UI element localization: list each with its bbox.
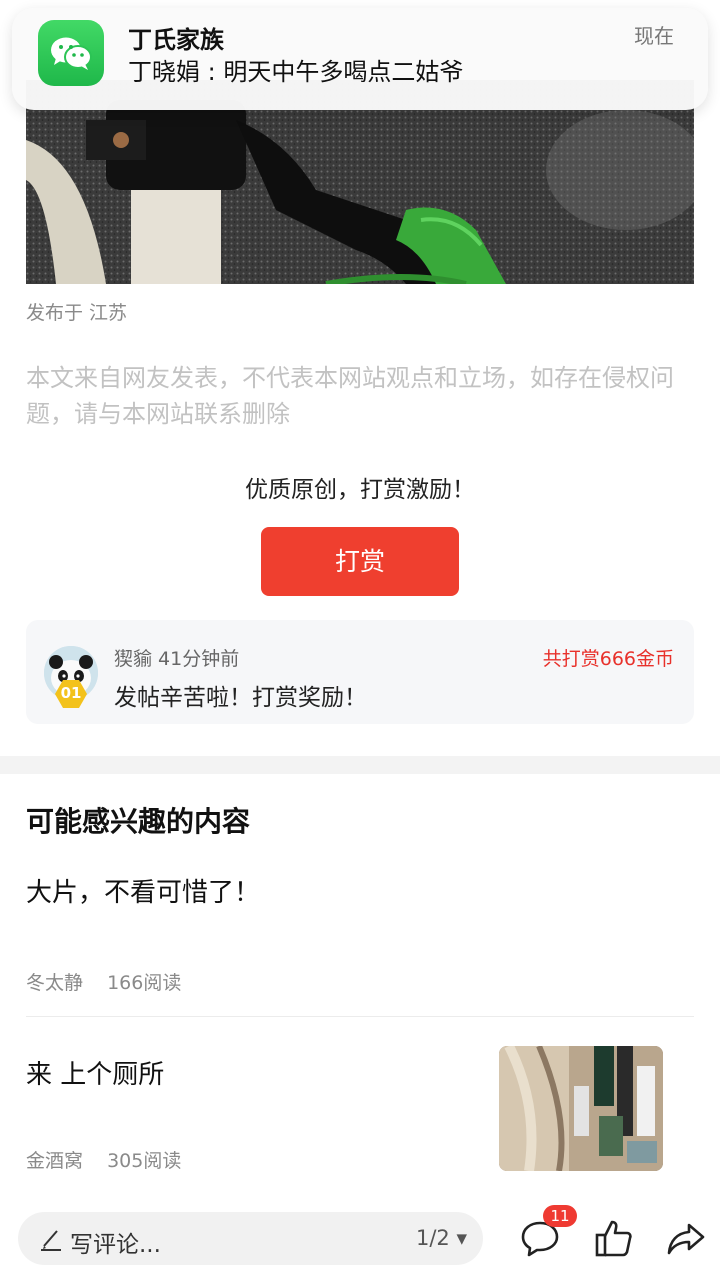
- rec-item-reads: 166阅读: [107, 972, 182, 994]
- rec-item-author: 冬太静: [26, 972, 84, 994]
- rec-item-reads: 305阅读: [107, 1150, 182, 1172]
- rec-item-thumbnail[interactable]: [499, 1046, 663, 1171]
- rec-item-title[interactable]: 来 上个厕所: [26, 1054, 164, 1091]
- list-separator: [26, 1016, 694, 1017]
- wechat-notification[interactable]: 丁氏家族 丁晓娟 : 明天中午多喝点二姑爷 现在: [12, 8, 708, 110]
- comment-placeholder: 写评论...: [70, 1232, 161, 1258]
- bottom-action-bar: 写评论... 1/2 ▾: [0, 1196, 720, 1280]
- reward-slogan: 优质原创，打赏激励！: [245, 477, 475, 503]
- page-indicator[interactable]: 1/2 ▾: [416, 1226, 467, 1250]
- rec-item-author: 金酒窝: [26, 1150, 84, 1172]
- rec-item-title[interactable]: 大片，不看可惜了！: [26, 872, 260, 909]
- comment-input[interactable]: 写评论... 1/2 ▾: [18, 1212, 483, 1265]
- rec-item-meta: 金酒窝 305阅读: [26, 1146, 199, 1173]
- comment-count-badge: 11: [543, 1205, 577, 1227]
- rec-item-meta: 冬太静 166阅读: [26, 968, 199, 995]
- reward-total[interactable]: 共打赏666金币: [543, 644, 674, 671]
- reward-comment: 发帖辛苦啦！打赏奖励！: [114, 685, 367, 711]
- like-icon[interactable]: [592, 1216, 636, 1260]
- share-icon[interactable]: [664, 1216, 708, 1260]
- pen-icon: [38, 1226, 64, 1252]
- reward-record-card[interactable]: 01 猰貐 41分钟前 发帖辛苦啦！打赏奖励！ 共打赏666金币: [26, 620, 694, 724]
- article-photo[interactable]: [26, 80, 694, 284]
- notification-time: 现在: [634, 24, 674, 48]
- disclaimer-text: 本文来自网友发表，不代表本网站观点和立场，如存在侵权问题，请与本网站联系删除: [26, 364, 674, 428]
- article-page: 丁氏家族 丁晓娟 : 明天中午多喝点二姑爷 现在 发布于 江苏 本文来自网友发表…: [0, 0, 720, 1280]
- notification-title: 丁氏家族: [128, 26, 224, 54]
- section-divider: [0, 756, 720, 774]
- post-location: 发布于 江苏: [26, 302, 128, 324]
- reward-user-time: 猰貐 41分钟前: [114, 648, 240, 670]
- rank-badge: 01: [55, 680, 87, 708]
- wechat-icon: [38, 20, 104, 86]
- section-title: 可能感兴趣的内容: [26, 805, 251, 838]
- notification-message: 丁晓娟 : 明天中午多喝点二姑爷: [128, 58, 464, 86]
- reward-button[interactable]: 打赏: [261, 527, 459, 596]
